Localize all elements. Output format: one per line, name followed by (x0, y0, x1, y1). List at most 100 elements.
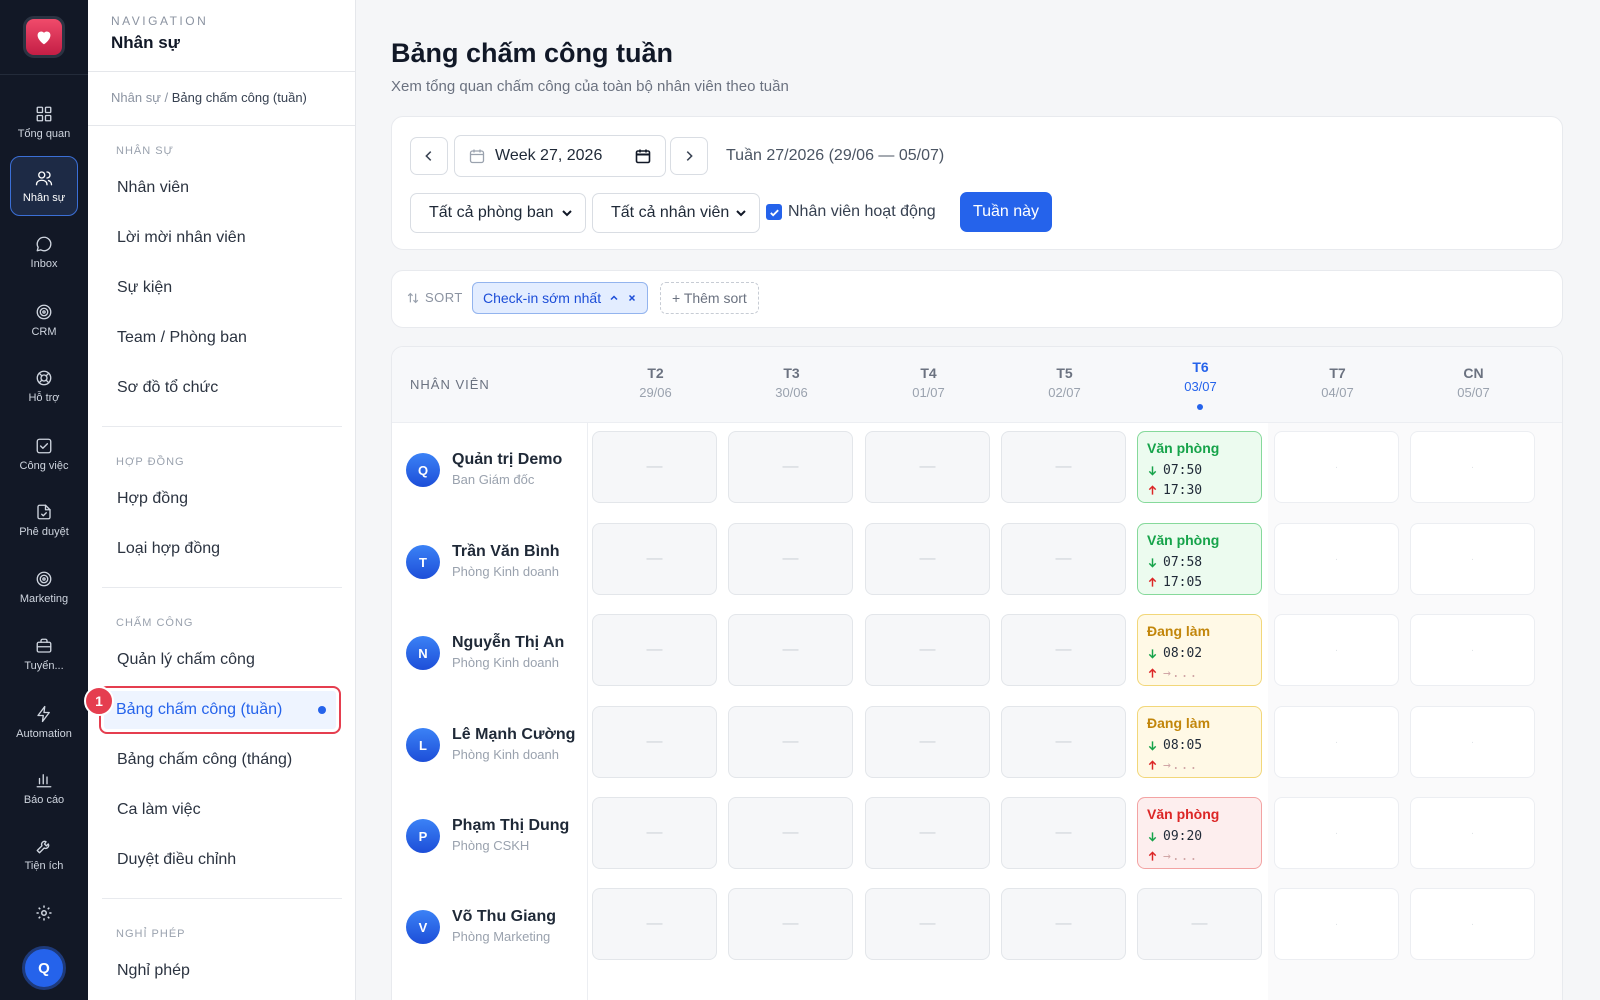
attendance-cell[interactable]: Văn phòng 07:50 17:30 (1137, 431, 1262, 503)
attendance-cell-empty[interactable]: — (592, 797, 717, 869)
attendance-cell-empty[interactable]: — (1001, 888, 1126, 960)
attendance-cell-empty[interactable]: — (728, 431, 853, 503)
rail-item[interactable]: Tiện ích (10, 824, 78, 884)
nav-item[interactable]: Loại hợp đồng (102, 529, 342, 569)
attendance-cell-weekend[interactable]: · (1274, 431, 1399, 503)
step-callout-badge: 1 (84, 686, 114, 716)
breadcrumb-parent[interactable]: Nhân sự / (111, 90, 168, 105)
add-sort-button[interactable]: + Thêm sort (660, 282, 759, 314)
rail-item[interactable]: Tuyển... (10, 624, 78, 684)
attendance-cell-empty[interactable]: — (865, 523, 990, 595)
attendance-cell-empty[interactable]: — (728, 797, 853, 869)
attendance-cell-empty[interactable]: — (1001, 614, 1126, 686)
attendance-cell-empty[interactable]: — (592, 888, 717, 960)
attendance-cell-weekend[interactable]: · (1410, 888, 1535, 960)
checkout-line: →... (1147, 846, 1252, 866)
this-week-button[interactable]: Tuần này (960, 192, 1052, 232)
attendance-cell-empty[interactable]: — (1001, 706, 1126, 778)
app-logo[interactable] (23, 16, 65, 58)
settings-icon[interactable] (35, 904, 53, 927)
department-select[interactable]: Tất cả phòng ban (410, 193, 586, 233)
attendance-cell-empty[interactable]: — (1001, 431, 1126, 503)
active-employees-checkbox[interactable] (766, 204, 782, 220)
rail-item-label: Tổng quan (17, 127, 71, 140)
nav-item[interactable]: Sự kiện (102, 268, 342, 308)
nav-item-label: Loại hợp đồng (117, 540, 221, 557)
calendar-picker-icon[interactable] (635, 148, 651, 164)
attendance-cell-empty[interactable]: — (865, 431, 990, 503)
attendance-cell-empty[interactable]: — (592, 523, 717, 595)
rail-item[interactable]: Nhân sự (10, 156, 78, 216)
rail-item[interactable]: Automation (10, 692, 78, 752)
attendance-cell-weekend[interactable]: · (1410, 431, 1535, 503)
chevron-up-icon[interactable] (609, 293, 619, 303)
employee-select[interactable]: Tất cả nhân viên (592, 193, 760, 233)
attendance-cell-empty[interactable]: — (592, 431, 717, 503)
attendance-cell-weekend[interactable]: · (1274, 888, 1399, 960)
nav-item[interactable]: Lời mời nhân viên (102, 218, 342, 258)
attendance-status: Đang làm (1147, 623, 1211, 639)
attendance-cell[interactable]: Đang làm 08:02 →... (1137, 614, 1262, 686)
next-week-button[interactable] (670, 137, 708, 175)
nav-item[interactable]: Nghỉ phép (102, 951, 342, 991)
attendance-cell-empty[interactable]: — (592, 706, 717, 778)
employee-name[interactable]: Nguyễn Thị An (452, 634, 564, 652)
attendance-cell-weekend[interactable]: · (1274, 614, 1399, 686)
employee-name[interactable]: Phạm Thị Dung (452, 817, 569, 835)
employee-name[interactable]: Trần Văn Bình (452, 543, 560, 561)
attendance-cell-weekend[interactable]: · (1274, 797, 1399, 869)
user-avatar[interactable]: Q (22, 946, 66, 990)
attendance-cell[interactable]: Đang làm 08:05 →... (1137, 706, 1262, 778)
employee-name[interactable]: Quản trị Demo (452, 451, 562, 469)
active-employees-label[interactable]: Nhân viên hoạt động (788, 203, 936, 221)
nav-item[interactable]: Bảng chấm công (tháng) (102, 740, 342, 780)
checkout-line: 17:05 (1147, 572, 1252, 592)
attendance-cell-empty[interactable]: — (1001, 523, 1126, 595)
attendance-cell-empty[interactable]: — (728, 614, 853, 686)
nav-item[interactable]: Quản lý chấm công (102, 640, 342, 680)
attendance-cell-weekend[interactable]: · (1274, 706, 1399, 778)
attendance-cell-weekend[interactable]: · (1410, 706, 1535, 778)
nav-item[interactable]: Sơ đồ tổ chức (102, 368, 342, 408)
nav-item[interactable]: Bảng chấm công (tuần) (99, 686, 341, 734)
week-picker-input[interactable]: Week 27, 2026 (454, 135, 666, 177)
rail-item[interactable]: Công việc (10, 424, 78, 484)
prev-week-button[interactable] (410, 137, 448, 175)
attendance-cell-empty[interactable]: — (865, 614, 990, 686)
nav-item[interactable]: Hợp đồng (102, 479, 342, 519)
attendance-cell-weekend[interactable]: · (1410, 614, 1535, 686)
attendance-cell-empty[interactable]: — (865, 706, 990, 778)
attendance-cell[interactable]: Văn phòng 09:20 →... (1137, 797, 1262, 869)
attendance-cell-empty[interactable]: — (592, 614, 717, 686)
sort-chip-label: Check-in sớm nhất (483, 290, 602, 306)
attendance-cell-empty[interactable]: — (1001, 797, 1126, 869)
attendance-cell-weekend[interactable]: · (1410, 797, 1535, 869)
arrow-up-icon (1148, 667, 1157, 678)
close-icon[interactable] (627, 293, 637, 303)
rail-item[interactable]: Marketing (10, 557, 78, 617)
nav-item[interactable]: Nhân viên (102, 168, 342, 208)
sort-label: SORT (406, 290, 463, 305)
rail-item[interactable]: Inbox (10, 222, 78, 282)
attendance-cell-empty[interactable]: — (728, 888, 853, 960)
attendance-cell-empty[interactable]: — (1137, 888, 1262, 960)
attendance-cell-weekend[interactable]: · (1410, 523, 1535, 595)
rail-item[interactable]: CRM (10, 290, 78, 350)
nav-item[interactable]: Team / Phòng ban (102, 318, 342, 358)
rail-item[interactable]: Hỗ trợ (10, 356, 78, 416)
day-name: T4 (920, 365, 937, 381)
employee-name[interactable]: Võ Thu Giang (452, 908, 556, 926)
attendance-cell-weekend[interactable]: · (1274, 523, 1399, 595)
nav-item[interactable]: Ca làm việc (102, 790, 342, 830)
sort-chip-checkin[interactable]: Check-in sớm nhất (472, 282, 649, 314)
employee-name[interactable]: Lê Mạnh Cường (452, 726, 575, 744)
attendance-cell[interactable]: Văn phòng 07:58 17:05 (1137, 523, 1262, 595)
rail-item[interactable]: Phê duyệt (10, 490, 78, 550)
attendance-cell-empty[interactable]: — (865, 797, 990, 869)
rail-item[interactable]: Báo cáo (10, 758, 78, 818)
rail-item[interactable]: Tổng quan (10, 92, 78, 152)
nav-item[interactable]: Duyệt điều chỉnh (102, 840, 342, 880)
attendance-cell-empty[interactable]: — (728, 523, 853, 595)
attendance-cell-empty[interactable]: — (728, 706, 853, 778)
attendance-cell-empty[interactable]: — (865, 888, 990, 960)
